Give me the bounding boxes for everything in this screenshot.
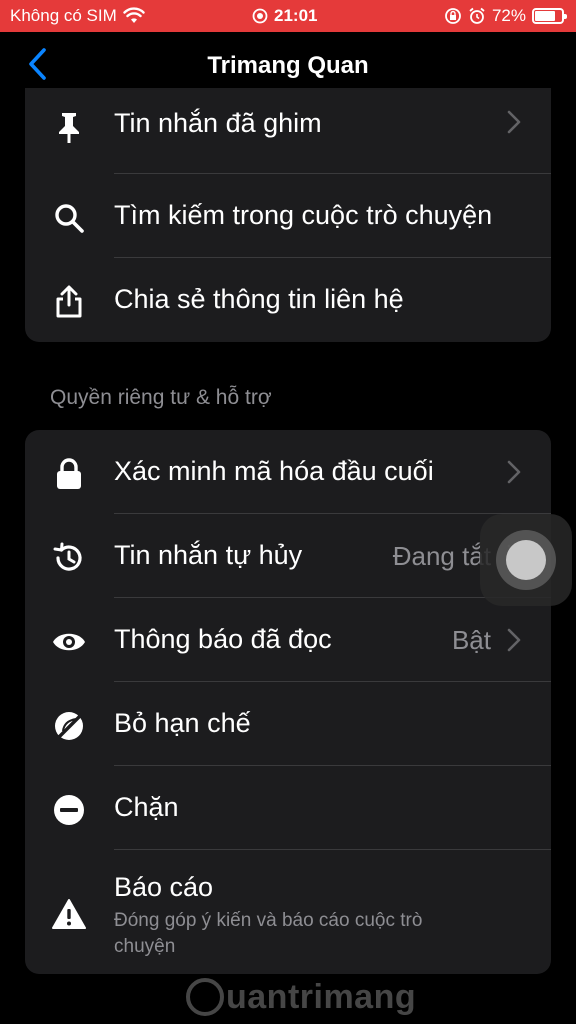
row-label: Thông báo đã đọc <box>114 624 332 654</box>
page-title: Trimang Quan <box>207 52 369 79</box>
battery-icon <box>532 8 567 24</box>
row-label: Tìm kiếm trong cuộc trò chuyện <box>114 200 493 230</box>
rotation-lock-icon <box>445 8 461 24</box>
share-contact-row[interactable]: Chia sẻ thông tin liên hệ <box>25 258 551 342</box>
block-icon <box>51 792 87 828</box>
row-label: Chặn <box>114 792 179 822</box>
watermark-logo-icon <box>186 978 224 1016</box>
eye-icon <box>51 624 87 660</box>
assistive-touch-core <box>506 540 546 580</box>
row-subtitle: Đóng góp ý kiến và báo cáo cuộc trò chuy… <box>114 910 423 957</box>
battery-percent: 72% <box>491 6 526 25</box>
verify-encryption-row[interactable]: Xác minh mã hóa đầu cuối <box>25 430 551 514</box>
row-label: Bỏ hạn chế <box>114 708 251 738</box>
clock-text: 21:01 <box>274 6 318 25</box>
row-label: Xác minh mã hóa đầu cuối <box>114 456 434 486</box>
battery-fill <box>535 11 556 21</box>
unrestrict-row[interactable]: Bỏ hạn chế <box>25 682 551 766</box>
disappearing-messages-row[interactable]: Tin nhắn tự hủy Đang tắt <box>25 514 551 598</box>
warning-icon <box>51 896 87 932</box>
section-header: Quyền riêng tư & hỗ trợ <box>50 386 272 409</box>
alarm-icon <box>469 7 485 24</box>
watermark-text: uantrimang <box>226 977 417 1016</box>
chevron-right-icon <box>507 628 521 652</box>
row-label: Tin nhắn đã ghim <box>114 108 322 138</box>
row-value: Bật <box>451 625 491 655</box>
read-receipts-row[interactable]: Thông báo đã đọc Bật <box>25 598 551 682</box>
watermark: uantrimang <box>186 972 416 1022</box>
row-label: Tin nhắn tự hủy <box>114 540 303 570</box>
search-in-conversation-row[interactable]: Tìm kiếm trong cuộc trò chuyện <box>25 174 551 258</box>
chevron-right-icon <box>507 110 521 134</box>
privacy-support-group: Xác minh mã hóa đầu cuối Tin nhắn tự hủy… <box>25 430 551 974</box>
search-icon <box>51 200 87 236</box>
lock-icon <box>51 456 87 492</box>
status-right: 72% <box>444 6 567 26</box>
assistive-touch-button[interactable] <box>480 514 572 606</box>
chevron-right-icon <box>507 460 521 484</box>
history-icon <box>51 540 87 576</box>
row-label: Chia sẻ thông tin liên hệ <box>114 284 404 314</box>
report-row[interactable]: Báo cáo Đóng góp ý kiến và báo cáo cuộc … <box>25 850 551 974</box>
carrier-text: Không có SIM <box>10 6 117 25</box>
wifi-icon <box>123 7 145 23</box>
status-center: 21:01 <box>252 6 317 26</box>
actions-group: Tin nhắn đã ghim Tìm kiếm trong cuộc trò… <box>25 88 551 342</box>
unrestrict-icon <box>51 708 87 744</box>
row-label: Báo cáo <box>114 872 214 902</box>
row-value: Đang tắt <box>392 541 491 571</box>
pin-icon <box>51 110 87 146</box>
status-bar: Không có SIM 21:01 72% <box>0 0 576 32</box>
block-row[interactable]: Chặn <box>25 766 551 850</box>
status-left: Không có SIM <box>10 6 145 26</box>
share-icon <box>51 284 87 320</box>
pinned-messages-row[interactable]: Tin nhắn đã ghim <box>25 90 551 174</box>
record-icon <box>252 8 268 24</box>
